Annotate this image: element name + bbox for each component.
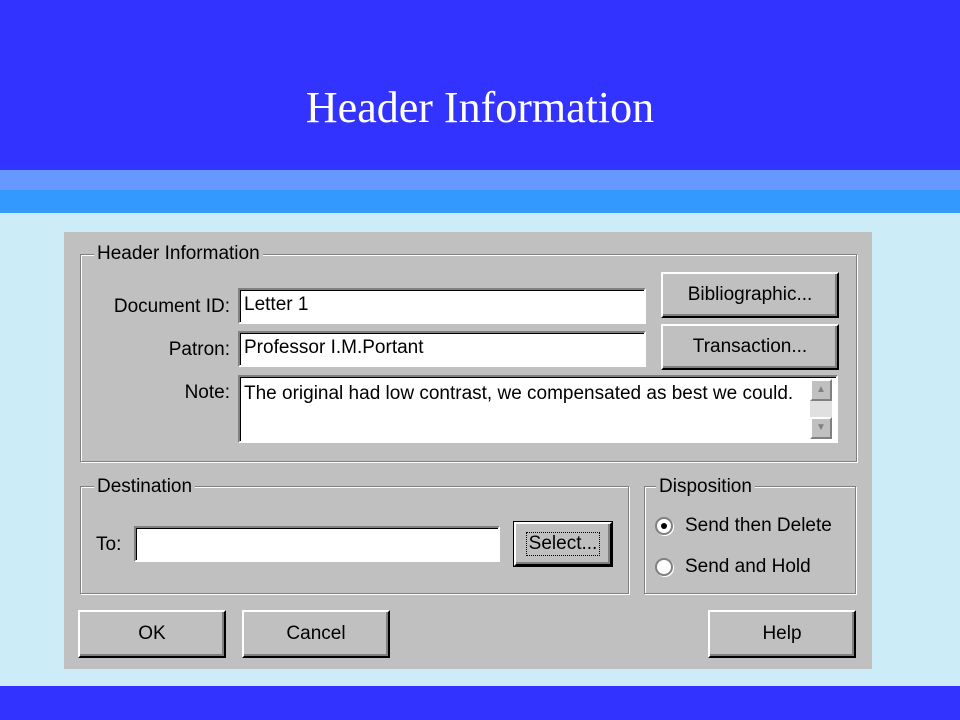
radio-selected-dot <box>661 523 667 529</box>
patron-field[interactable]: Professor I.M.Portant <box>238 331 646 367</box>
document-id-field[interactable]: Letter 1 <box>238 288 646 324</box>
destination-legend: Destination <box>94 476 196 498</box>
transaction-button-label: Transaction... <box>692 336 808 357</box>
send-and-hold-label[interactable]: Send and Hold <box>685 556 811 578</box>
ok-button-label: OK <box>138 623 166 644</box>
transaction-button[interactable]: Transaction... <box>661 324 839 370</box>
help-button-label: Help <box>762 623 802 644</box>
decorative-stripe-dark <box>0 190 960 213</box>
bibliographic-button-label: Bibliographic... <box>687 284 813 305</box>
scroll-up-arrow-icon[interactable]: ▲ <box>810 379 832 401</box>
send-then-delete-label[interactable]: Send then Delete <box>685 515 832 537</box>
cancel-button[interactable]: Cancel <box>242 610 390 658</box>
document-id-label: Document ID: <box>113 296 230 317</box>
ok-button[interactable]: OK <box>78 610 226 658</box>
bibliographic-button[interactable]: Bibliographic... <box>661 272 839 318</box>
decorative-stripe-light <box>0 170 960 190</box>
select-button[interactable]: Select... <box>513 521 613 567</box>
cancel-button-label: Cancel <box>286 623 346 644</box>
send-then-delete-radio[interactable] <box>655 517 673 535</box>
send-and-hold-radio[interactable] <box>655 558 673 576</box>
help-button[interactable]: Help <box>708 610 856 658</box>
to-label: To: <box>96 534 122 555</box>
note-textarea[interactable]: The original had low contrast, we compen… <box>238 375 838 443</box>
slide-bottom-bar <box>0 686 960 720</box>
slide-title: Header Information <box>305 83 655 132</box>
header-information-dialog: Header Information Document ID: Letter 1… <box>64 232 872 669</box>
disposition-legend: Disposition <box>656 476 755 498</box>
scroll-down-arrow-icon[interactable]: ▼ <box>810 417 832 439</box>
patron-label: Patron: <box>168 339 230 360</box>
select-button-label: Select... <box>525 532 601 556</box>
note-label: Note: <box>184 382 230 403</box>
note-scrollbar[interactable]: ▲ ▼ <box>810 379 832 439</box>
to-field[interactable] <box>134 526 500 562</box>
header-information-legend: Header Information <box>94 243 263 265</box>
